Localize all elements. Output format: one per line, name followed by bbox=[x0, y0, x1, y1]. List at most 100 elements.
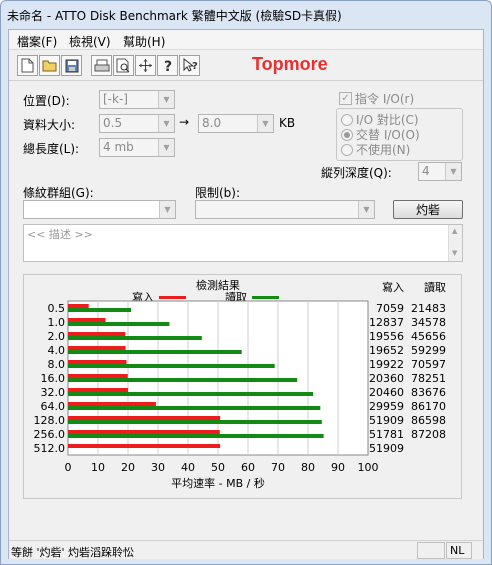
description-scrollbar[interactable]: ▲ ▼ bbox=[448, 225, 462, 261]
menu-help[interactable]: 幫助(H) bbox=[123, 33, 165, 50]
help-icon[interactable]: ? bbox=[157, 55, 178, 76]
bar-write bbox=[68, 374, 128, 378]
x-tick-label: 40 bbox=[181, 461, 195, 474]
x-tick-label: 10 bbox=[91, 461, 105, 474]
bar-write bbox=[68, 318, 106, 322]
transfer-from-select[interactable]: 0.5 ▼ bbox=[99, 114, 175, 133]
direct-io-label: 指令 I/O(r) bbox=[355, 92, 415, 106]
bar-read bbox=[68, 336, 202, 340]
direct-io-checkbox[interactable]: ✓ 指令 I/O(r) bbox=[339, 90, 414, 107]
drive-value: [-k-] bbox=[103, 92, 128, 106]
y-tick-label: 16.0 bbox=[41, 372, 66, 385]
table-write-value: 7059 bbox=[376, 302, 404, 315]
chevron-down-icon: ▼ bbox=[158, 115, 174, 132]
col-header-write: 寫入 bbox=[382, 280, 404, 294]
restrict-select[interactable]: ▼ bbox=[195, 200, 375, 219]
neither-radio[interactable]: 不使用(N) bbox=[341, 141, 410, 158]
table-write-value: 20460 bbox=[369, 386, 404, 399]
chevron-down-icon: ▼ bbox=[445, 163, 461, 180]
y-tick-label: 2.0 bbox=[48, 330, 66, 343]
y-tick-label: 256.0 bbox=[34, 428, 66, 441]
bar-write bbox=[68, 346, 126, 350]
bar-write bbox=[68, 444, 221, 448]
save-icon[interactable] bbox=[61, 55, 82, 76]
transfer-to-value: 8.0 bbox=[202, 116, 222, 130]
status-bar: 等餅 '灼砦' 灼砦滔跺聆忪 NL bbox=[9, 540, 483, 559]
y-tick-label: 4.0 bbox=[48, 344, 66, 357]
print-icon[interactable] bbox=[91, 55, 112, 76]
controlled-by-label: 條紋群組(G): bbox=[23, 186, 94, 200]
y-tick-label: 1.0 bbox=[48, 316, 66, 329]
chevron-down-icon: ▼ bbox=[358, 201, 374, 218]
chart-title: 檢測結果 bbox=[196, 278, 240, 292]
table-write-value: 19652 bbox=[369, 344, 404, 357]
menu-bar: 檔案(F) 檢視(V) 幫助(H) bbox=[9, 30, 483, 50]
x-tick-label: 100 bbox=[358, 461, 379, 474]
svg-text:?: ? bbox=[164, 59, 172, 73]
bar-read bbox=[68, 322, 170, 326]
drive-label: 位置(D): bbox=[23, 94, 70, 108]
y-tick-label: 128.0 bbox=[34, 414, 66, 427]
table-write-value: 19922 bbox=[369, 358, 404, 371]
chevron-down-icon: ▼ bbox=[159, 201, 175, 218]
table-read-value: 21483 bbox=[411, 302, 446, 315]
benchmark-chart: 檢測結果 寫入 讀取 0 10 20 30 40 50 60 70 80 90 100 平均速率 - MB … bbox=[34, 278, 447, 490]
table-read-value: 34578 bbox=[411, 316, 446, 329]
radio-selected-icon bbox=[341, 128, 353, 141]
y-tick-label: 512.0 bbox=[34, 442, 66, 455]
x-tick-label: 80 bbox=[301, 461, 315, 474]
controlled-by-select[interactable]: ▼ bbox=[23, 200, 176, 219]
start-button[interactable]: 灼砦 bbox=[393, 200, 463, 219]
status-text: 等餅 '灼砦' 灼砦滔跺聆忪 bbox=[11, 546, 135, 559]
x-axis-label: 平均速率 - MB / 秒 bbox=[171, 476, 265, 490]
table-write-value: 29959 bbox=[369, 400, 404, 413]
y-tick-label: 32.0 bbox=[41, 386, 66, 399]
x-tick-label: 60 bbox=[241, 461, 255, 474]
open-folder-icon[interactable] bbox=[39, 55, 60, 76]
drive-select[interactable]: [-k-] ▼ bbox=[99, 90, 175, 109]
status-pane-mode: NL bbox=[446, 542, 472, 559]
bar-read bbox=[68, 308, 131, 312]
bar-write bbox=[68, 332, 126, 336]
x-tick-label: 20 bbox=[121, 461, 135, 474]
bar-write bbox=[68, 416, 221, 420]
y-tick-label: 64.0 bbox=[41, 400, 66, 413]
table-write-value: 51781 bbox=[369, 428, 404, 441]
x-tick-label: 90 bbox=[331, 461, 345, 474]
scroll-up-icon[interactable]: ▲ bbox=[452, 227, 457, 235]
chevron-down-icon: ▼ bbox=[257, 115, 273, 132]
table-read-value: 70597 bbox=[411, 358, 446, 371]
total-length-label: 總長度(L): bbox=[23, 142, 80, 156]
bar-write bbox=[68, 360, 127, 364]
table-write-value: 20360 bbox=[369, 372, 404, 385]
client-area: 檔案(F) 檢視(V) 幫助(H) ? ? Topmore 位置(D): [-k… bbox=[8, 29, 484, 559]
queue-depth-select[interactable]: 4 ▼ bbox=[418, 162, 462, 181]
context-help-icon[interactable]: ? bbox=[179, 55, 200, 76]
toolbar: ? ? Topmore bbox=[9, 51, 483, 81]
legend-read-swatch bbox=[252, 296, 279, 299]
description-box[interactable]: << 描述 >> ▲ ▼ bbox=[23, 224, 463, 262]
table-read-value: 83676 bbox=[411, 386, 446, 399]
checkmark-icon: ✓ bbox=[339, 92, 352, 105]
total-length-select[interactable]: 4 mb ▼ bbox=[99, 138, 175, 157]
queue-depth-label: 縱列深度(Q): bbox=[321, 166, 392, 180]
scroll-down-icon[interactable]: ▼ bbox=[452, 249, 457, 257]
neither-label: 不使用(N) bbox=[356, 143, 411, 157]
results-panel: 檢測結果 寫入 讀取 0 10 20 30 40 50 60 70 80 90 100 平均速率 - MB … bbox=[23, 274, 462, 499]
bar-read bbox=[68, 434, 324, 438]
bar-write bbox=[68, 388, 128, 392]
table-write-value: 51909 bbox=[369, 414, 404, 427]
transfer-unit: KB bbox=[279, 116, 296, 130]
transfer-to-select[interactable]: 8.0 ▼ bbox=[198, 114, 274, 133]
table-write-value: 12837 bbox=[369, 316, 404, 329]
menu-file[interactable]: 檔案(F) bbox=[17, 33, 57, 50]
move-icon[interactable] bbox=[135, 55, 156, 76]
table-read-value: 45656 bbox=[411, 330, 446, 343]
transfer-from-value: 0.5 bbox=[103, 116, 123, 130]
print-preview-icon[interactable] bbox=[113, 55, 134, 76]
restrict-label: 限制(b): bbox=[195, 186, 241, 200]
x-tick-label: 50 bbox=[211, 461, 225, 474]
menu-view[interactable]: 檢視(V) bbox=[69, 33, 111, 50]
table-read-value: 87208 bbox=[411, 428, 446, 441]
new-file-icon[interactable] bbox=[17, 55, 38, 76]
